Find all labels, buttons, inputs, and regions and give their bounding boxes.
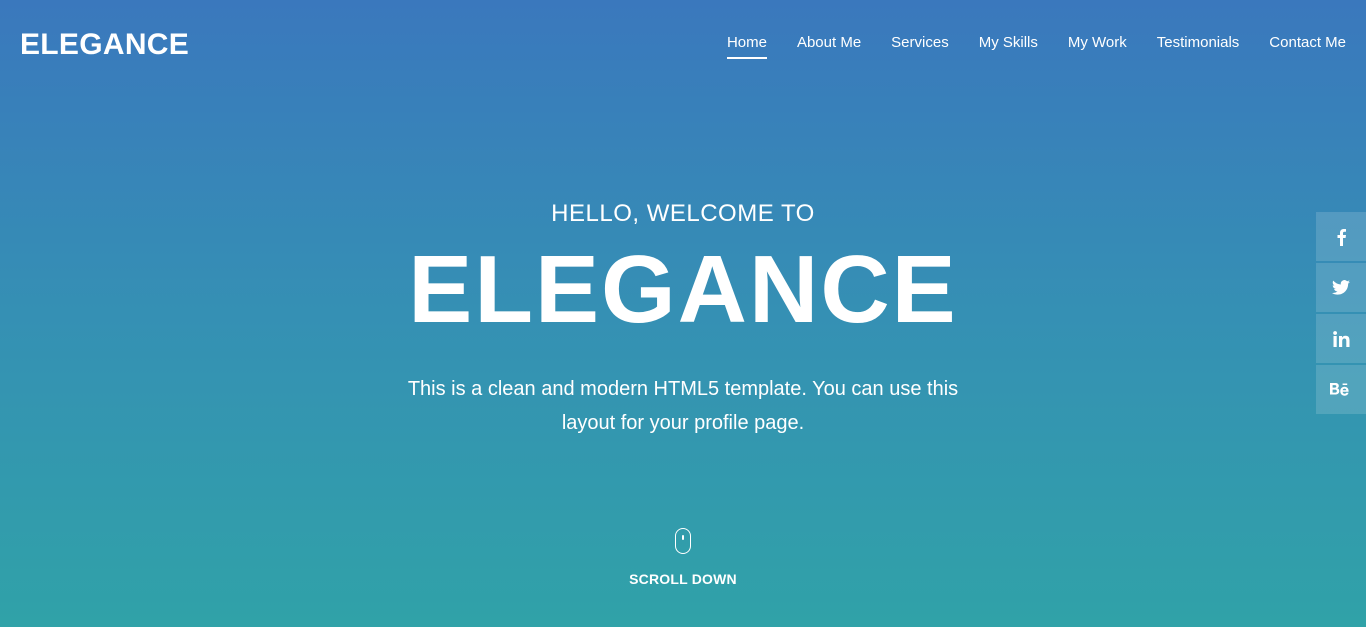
- nav-item-about-me[interactable]: About Me: [797, 34, 861, 59]
- hero-content: HELLO, WELCOME TO ELEGANCE This is a cle…: [0, 200, 1366, 440]
- hero-title: ELEGANCE: [408, 236, 958, 343]
- scroll-down[interactable]: SCROLL DOWN: [0, 528, 1366, 587]
- nav-item-services[interactable]: Services: [891, 34, 949, 59]
- hero-section: ELEGANCE Home About Me Services My Skill…: [0, 0, 1366, 627]
- mouse-icon[interactable]: [675, 528, 691, 554]
- facebook-icon[interactable]: [1316, 212, 1366, 261]
- scroll-down-label[interactable]: SCROLL DOWN: [0, 571, 1366, 587]
- brand-logo[interactable]: ELEGANCE: [20, 28, 189, 62]
- twitter-icon[interactable]: [1316, 263, 1366, 312]
- nav-item-my-work[interactable]: My Work: [1068, 34, 1127, 59]
- hero-description: This is a clean and modern HTML5 templat…: [407, 378, 959, 434]
- hero-greeting: HELLO, WELCOME TO: [551, 200, 815, 227]
- main-nav: Home About Me Services My Skills My Work…: [726, 34, 1346, 59]
- nav-item-home[interactable]: Home: [726, 34, 767, 59]
- nav-item-contact-me[interactable]: Contact Me: [1269, 34, 1346, 59]
- behance-icon[interactable]: [1316, 365, 1366, 414]
- nav-item-my-skills[interactable]: My Skills: [979, 34, 1038, 59]
- linkedin-icon[interactable]: [1316, 314, 1366, 363]
- social-links: [1316, 212, 1366, 414]
- nav-item-testimonials[interactable]: Testimonials: [1157, 34, 1240, 59]
